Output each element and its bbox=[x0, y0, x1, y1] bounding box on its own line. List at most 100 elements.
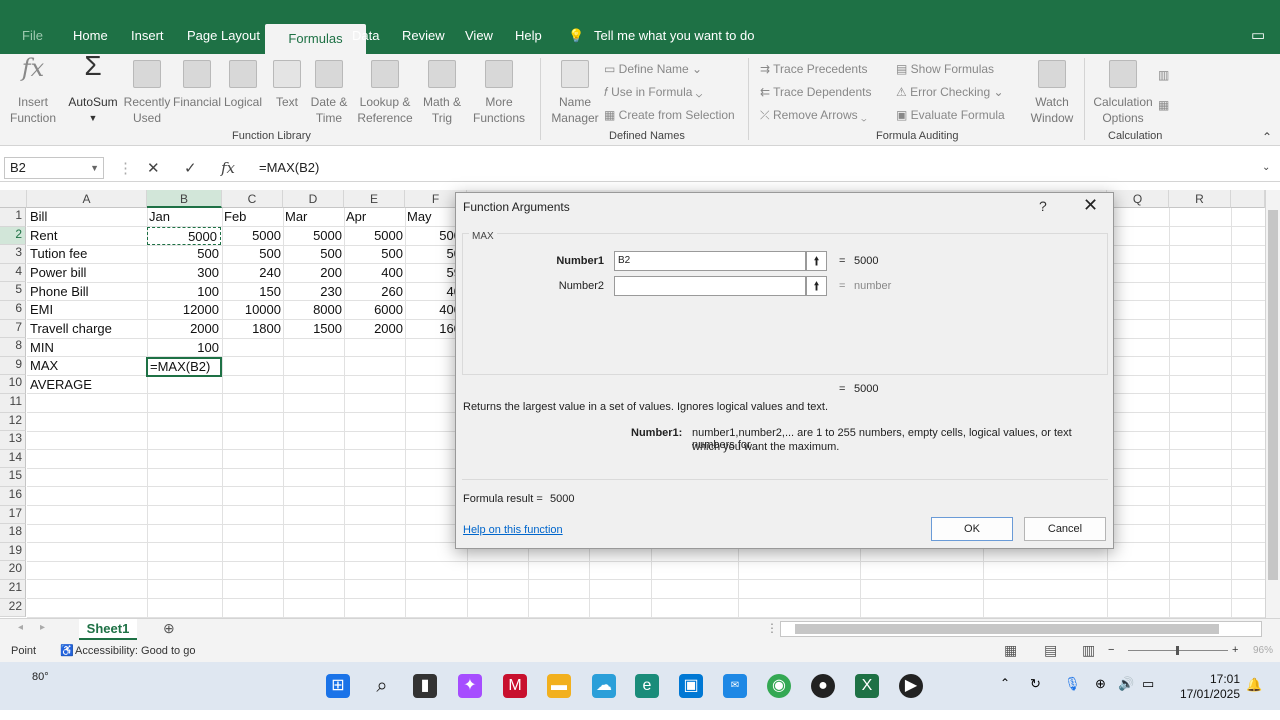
zoom-level[interactable]: 96% bbox=[1253, 645, 1273, 656]
tab-formulas[interactable]: Formulas bbox=[265, 24, 366, 54]
cancel-icon[interactable]: ✕ bbox=[147, 159, 160, 177]
page-break-view-icon[interactable]: ▥ bbox=[1082, 642, 1095, 659]
column-header-s[interactable] bbox=[1231, 190, 1265, 208]
close-icon[interactable]: ✕ bbox=[1083, 195, 1098, 216]
windows-start-icon[interactable]: ⊞ bbox=[326, 674, 350, 698]
copilot-icon[interactable]: ✦ bbox=[458, 674, 482, 698]
calculate-sheet-icon[interactable]: ▦ bbox=[1158, 98, 1169, 112]
select-all-corner[interactable] bbox=[0, 190, 27, 208]
column-header-a[interactable]: A bbox=[27, 190, 147, 208]
insert-function-icon[interactable]: fx bbox=[221, 159, 235, 177]
enter-check-icon[interactable]: ✓ bbox=[184, 159, 197, 177]
next-sheet-icon[interactable]: ▸ bbox=[40, 622, 45, 633]
cell-d1[interactable]: Mar bbox=[285, 208, 307, 226]
cell-a3[interactable]: Tution fee bbox=[30, 245, 87, 263]
calculation-options-button[interactable]: Calculation Options bbox=[1092, 60, 1154, 126]
media-player-icon[interactable]: ▶ bbox=[899, 674, 923, 698]
normal-view-icon[interactable]: ▦ bbox=[1004, 642, 1017, 659]
row-header-22[interactable]: 22 bbox=[0, 598, 26, 618]
cell-e7[interactable]: 2000 bbox=[344, 320, 403, 338]
cell-b1[interactable]: Jan bbox=[149, 208, 170, 226]
task-view-icon[interactable]: ▮ bbox=[413, 674, 437, 698]
cancel-button[interactable]: Cancel bbox=[1024, 517, 1106, 541]
zoom-in-icon[interactable]: + bbox=[1232, 644, 1238, 656]
column-header-b[interactable]: B bbox=[147, 190, 222, 208]
zoom-slider-thumb[interactable] bbox=[1176, 646, 1179, 655]
column-header-d[interactable]: D bbox=[283, 190, 344, 208]
cell-e6[interactable]: 6000 bbox=[344, 301, 403, 319]
horizontal-scrollbar[interactable] bbox=[780, 621, 1262, 637]
row-header-21[interactable]: 21 bbox=[0, 580, 26, 599]
row-header-1[interactable]: 1 bbox=[0, 208, 26, 227]
cell-a4[interactable]: Power bill bbox=[30, 264, 86, 282]
row-header-4[interactable]: 4 bbox=[0, 263, 26, 283]
cell-e5[interactable]: 260 bbox=[344, 283, 403, 301]
notification-bell-icon[interactable]: 🔔 bbox=[1246, 677, 1262, 693]
cell-c3[interactable]: 500 bbox=[222, 245, 281, 263]
chrome-icon[interactable]: ◉ bbox=[767, 674, 791, 698]
ok-button[interactable]: OK bbox=[931, 517, 1013, 541]
logical-button[interactable]: Logical bbox=[220, 60, 266, 110]
cell-e1[interactable]: Apr bbox=[346, 208, 366, 226]
cell-f4[interactable]: 59 bbox=[405, 264, 461, 282]
watch-window-button[interactable]: Watch Window bbox=[1028, 60, 1076, 126]
cell-b3[interactable]: 500 bbox=[147, 245, 219, 263]
page-layout-view-icon[interactable]: ▤ bbox=[1044, 642, 1057, 659]
cell-d5[interactable]: 230 bbox=[283, 283, 342, 301]
cell-e2[interactable]: 5000 bbox=[344, 227, 403, 245]
add-sheet-icon[interactable]: ⊕ bbox=[163, 620, 175, 637]
tab-file[interactable]: File bbox=[22, 28, 43, 43]
vertical-scrollbar[interactable] bbox=[1265, 190, 1280, 618]
mail-app-icon[interactable]: ✉ bbox=[723, 674, 747, 698]
microphone-icon[interactable]: 🎙 bbox=[1064, 676, 1081, 692]
cell-c5[interactable]: 150 bbox=[222, 283, 281, 301]
comments-icon[interactable]: ▭ bbox=[1251, 26, 1265, 44]
cell-f3[interactable]: 50 bbox=[405, 245, 461, 263]
row-header-8[interactable]: 8 bbox=[0, 338, 26, 357]
cell-c7[interactable]: 1800 bbox=[222, 320, 281, 338]
name-manager-button[interactable]: Name Manager bbox=[548, 60, 602, 126]
tab-view[interactable]: View bbox=[465, 28, 493, 43]
tab-help[interactable]: Help bbox=[515, 28, 542, 43]
column-header-c[interactable]: C bbox=[222, 190, 283, 208]
cell-e4[interactable]: 400 bbox=[344, 264, 403, 282]
autosum-button[interactable]: Σ AutoSum ▼ bbox=[64, 52, 122, 126]
row-header-3[interactable]: 3 bbox=[0, 245, 26, 264]
cell-b4[interactable]: 300 bbox=[147, 264, 219, 282]
cell-d3[interactable]: 500 bbox=[283, 245, 342, 263]
row-header-13[interactable]: 13 bbox=[0, 431, 26, 450]
store-icon[interactable]: ▣ bbox=[679, 674, 703, 698]
cell-a10[interactable]: AVERAGE bbox=[30, 376, 92, 394]
remove-arrows-button[interactable]: ⤫ Remove Arrows ⌄ bbox=[760, 108, 867, 123]
cell-c6[interactable]: 10000 bbox=[222, 301, 281, 319]
file-explorer-icon[interactable]: ▬ bbox=[547, 674, 571, 698]
row-header-16[interactable]: 16 bbox=[0, 487, 26, 506]
number2-input[interactable] bbox=[614, 276, 806, 296]
cell-d2[interactable]: 5000 bbox=[283, 227, 342, 245]
scrollbar-thumb[interactable] bbox=[1268, 210, 1278, 580]
cell-b7[interactable]: 2000 bbox=[147, 320, 219, 338]
cell-f2[interactable]: 500 bbox=[405, 227, 461, 245]
sheet-tab-sheet1[interactable]: Sheet1 bbox=[79, 619, 137, 641]
cell-d6[interactable]: 8000 bbox=[283, 301, 342, 319]
cell-b5[interactable]: 100 bbox=[147, 283, 219, 301]
row-header-18[interactable]: 18 bbox=[0, 524, 26, 543]
row-header-14[interactable]: 14 bbox=[0, 449, 26, 469]
edge-icon[interactable]: e bbox=[635, 674, 659, 698]
clock-date[interactable]: 17/01/2025 bbox=[1170, 687, 1240, 701]
row-header-6[interactable]: 6 bbox=[0, 301, 26, 320]
column-header-e[interactable]: E bbox=[344, 190, 405, 208]
cell-a1[interactable]: Bill bbox=[30, 208, 47, 226]
row-header-5[interactable]: 5 bbox=[0, 282, 26, 301]
zoom-out-icon[interactable]: − bbox=[1108, 644, 1114, 656]
row-header-9[interactable]: 9 bbox=[0, 356, 26, 376]
cell-f1[interactable]: May bbox=[407, 208, 432, 226]
row-header-7[interactable]: 7 bbox=[0, 319, 26, 339]
cell-d4[interactable]: 200 bbox=[283, 264, 342, 282]
use-in-formula-button[interactable]: 𝑓 Use in Formula ⌄ bbox=[604, 85, 702, 100]
cell-a5[interactable]: Phone Bill bbox=[30, 283, 89, 301]
tray-chevron-up-icon[interactable]: ⌃ bbox=[1000, 676, 1010, 690]
lookup-reference-button[interactable]: Lookup & Reference bbox=[352, 60, 418, 126]
number1-input[interactable]: B2 bbox=[614, 251, 806, 271]
cell-c2[interactable]: 5000 bbox=[222, 227, 281, 245]
